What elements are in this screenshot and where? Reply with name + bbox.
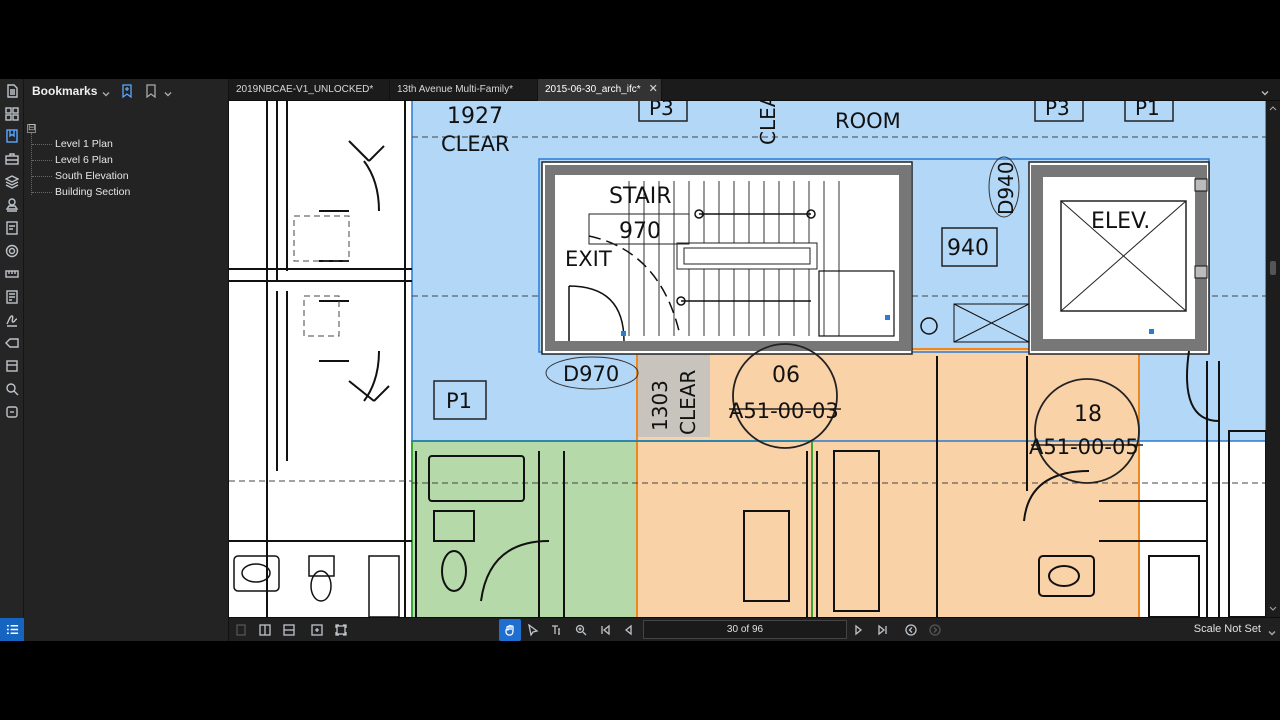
close-tab-icon[interactable]: ✕	[649, 79, 658, 100]
p3-label-a: P3	[649, 101, 674, 120]
panel-title: Bookmarks	[32, 84, 98, 98]
previous-view-icon[interactable]	[902, 621, 920, 639]
floor-plan-linework	[229, 101, 412, 617]
tab-list-chevron-down-icon[interactable]	[1260, 85, 1270, 96]
tree-connector	[31, 133, 32, 195]
clear-dimension-label: 1927	[447, 104, 503, 129]
p1-label-top: P1	[1135, 101, 1160, 120]
forms-icon[interactable]	[2, 287, 22, 307]
search-icon[interactable]	[2, 379, 22, 399]
settings-icon[interactable]	[2, 241, 22, 261]
scale-chevron-down-icon[interactable]	[1267, 625, 1277, 636]
tab-13th-avenue[interactable]: 13th Avenue Multi-Family*	[390, 79, 538, 101]
callout-06-reference: A51-00-03	[729, 399, 839, 423]
page-number-field[interactable]: 30 of 96	[643, 620, 847, 639]
letterbox-top	[0, 0, 1280, 79]
panel-menu-chevron-down-icon[interactable]	[101, 86, 111, 97]
clear-1303-label: 1303	[648, 380, 672, 431]
clear-1303-word-label: CLEAR	[676, 370, 700, 435]
bookmarks-panel: Bookmarks ⊟ Level 1 Plan Level 6 Plan So…	[24, 79, 229, 641]
tab-2019nbcae[interactable]: 2019NBCAE-V1_UNLOCKED*	[229, 79, 390, 101]
p1-label: P1	[446, 389, 472, 413]
last-page-icon[interactable]	[874, 621, 892, 639]
split-horizontal-icon[interactable]	[280, 621, 298, 639]
tab-label: 2019NBCAE-V1_UNLOCKED*	[236, 84, 374, 95]
scroll-down-icon[interactable]	[1269, 605, 1277, 613]
tree-collapse-toggle[interactable]: ⊟	[27, 124, 36, 133]
bookmark-item[interactable]: South Elevation	[32, 170, 129, 182]
measurement-icon[interactable]	[2, 264, 22, 284]
elevator-label: ELEV.	[1091, 209, 1150, 234]
bookmarks-header: Bookmarks	[24, 79, 229, 103]
vertical-scrollbar[interactable]	[1266, 101, 1280, 617]
sync-view-icon[interactable]	[308, 621, 326, 639]
markups-list-icon[interactable]	[2, 218, 22, 238]
select-text-icon[interactable]	[548, 621, 566, 639]
callout-18-number: 18	[1074, 402, 1102, 427]
tab-label: 13th Avenue Multi-Family*	[397, 84, 513, 95]
room-label: ROOM	[835, 109, 901, 133]
thumbnails-icon[interactable]	[2, 104, 22, 124]
sets-icon[interactable]	[2, 356, 22, 376]
left-tool-rail	[0, 79, 24, 641]
next-view-icon[interactable]	[926, 621, 944, 639]
signature-icon[interactable]	[2, 310, 22, 330]
stair-number-label: 970	[619, 219, 661, 244]
clear-vertical-label: CLEA	[756, 101, 780, 145]
pan-tool-hand-icon[interactable]	[499, 619, 521, 641]
document-tab-bar: 2019NBCAE-V1_UNLOCKED* 13th Avenue Multi…	[229, 79, 1280, 101]
first-page-icon[interactable]	[596, 621, 614, 639]
zoom-icon[interactable]	[572, 621, 590, 639]
fit-page-icon[interactable]	[332, 621, 350, 639]
door-d970-label: D970	[563, 362, 619, 386]
stamp-icon[interactable]	[2, 195, 22, 215]
add-bookmark-icon[interactable]	[119, 83, 135, 99]
bookmarks-icon[interactable]	[2, 126, 22, 146]
tab-label: 2015-06-30_arch_ifc*	[545, 84, 641, 95]
stair-label: STAIR	[609, 184, 672, 209]
select-tool-icon[interactable]	[524, 621, 542, 639]
scroll-up-icon[interactable]	[1269, 104, 1277, 112]
door-d940-label: D940	[994, 161, 1018, 215]
scrollbar-thumb[interactable]	[1270, 261, 1276, 275]
p3-label-b: P3	[1045, 101, 1070, 120]
bookmark-item[interactable]: Level 6 Plan	[32, 154, 113, 166]
callout-06-number: 06	[772, 363, 800, 388]
file-icon[interactable]	[2, 81, 22, 101]
app-window: Bookmarks ⊟ Level 1 Plan Level 6 Plan So…	[0, 79, 1280, 641]
bookmark-options-chevron-down-icon[interactable]	[163, 86, 173, 97]
bookmark-item[interactable]: Building Section	[31, 186, 130, 198]
drawing-canvas[interactable]: 1927 CLEAR ROOM P3 P3 P1 144 CLEA STAIR …	[229, 101, 1266, 617]
clear-label: CLEAR	[441, 132, 510, 156]
toolchest-icon[interactable]	[2, 149, 22, 169]
single-page-icon[interactable]	[232, 621, 250, 639]
exit-label: EXIT	[565, 247, 612, 271]
next-page-icon[interactable]	[849, 621, 867, 639]
callout-18-reference: A51-00-05	[1029, 435, 1139, 459]
links-icon[interactable]	[2, 402, 22, 422]
tag-icon[interactable]	[2, 333, 22, 353]
room-940-label: 940	[947, 236, 989, 261]
plumbing-fixtures	[233, 555, 400, 617]
letterbox-bottom	[0, 641, 1280, 720]
layers-icon[interactable]	[2, 172, 22, 192]
bookmark-options-icon[interactable]	[143, 83, 159, 99]
bookmark-item[interactable]: Level 1 Plan	[32, 138, 113, 150]
bottom-toolbar: 30 of 96 Scale Not Set	[229, 617, 1280, 641]
scale-indicator[interactable]: Scale Not Set	[1194, 623, 1261, 635]
panel-list-icon[interactable]	[0, 618, 24, 641]
tab-arch-ifc[interactable]: 2015-06-30_arch_ifc* ✕	[538, 79, 662, 101]
previous-page-icon[interactable]	[620, 621, 638, 639]
split-vertical-icon[interactable]	[256, 621, 274, 639]
